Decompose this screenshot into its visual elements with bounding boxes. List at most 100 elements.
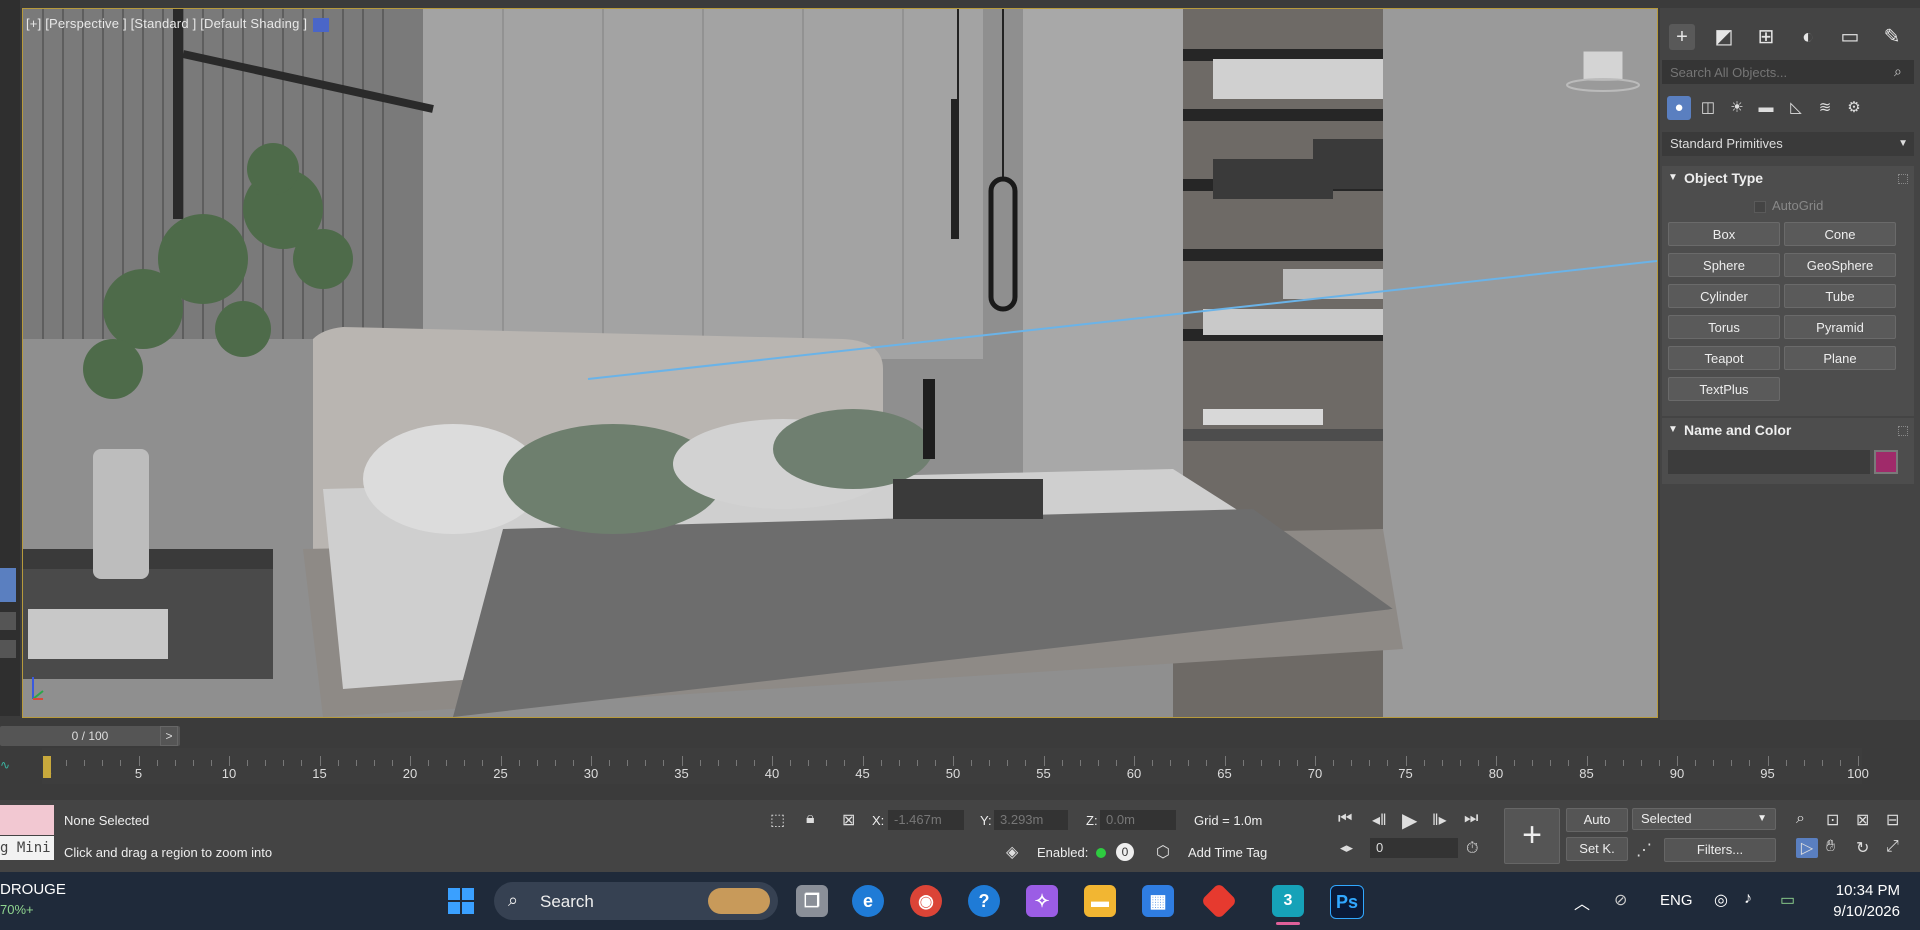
perspective-viewport[interactable] [22,8,1658,718]
auto-key-button[interactable]: Auto [1566,808,1628,832]
edge-browser-icon[interactable]: e [852,885,884,917]
maxscript-listener[interactable] [0,805,54,835]
lights-category-icon[interactable]: ☀ [1725,96,1749,120]
chrome-browser-icon[interactable]: ◉ [910,885,942,917]
timeline-tick [373,760,375,766]
helpers-category-icon[interactable]: ◺ [1784,96,1808,120]
clock-date[interactable]: 9/10/2026 [1818,903,1900,920]
clock-time[interactable]: 10:34 PM [1828,882,1900,899]
object-type-header[interactable]: ▼ Object Type [1662,166,1914,190]
pan-hand-icon[interactable]: ✋︎ [1826,838,1835,856]
cameras-category-icon[interactable]: ▬ [1754,96,1778,120]
name-and-color-header[interactable]: ▼ Name and Color [1662,418,1914,442]
search-all-objects-input[interactable] [1662,60,1914,84]
filters-button[interactable]: Filters... [1664,838,1776,862]
utilities-tab-wrench-icon[interactable]: ✎ [1879,24,1905,50]
pyramid-button[interactable]: Pyramid [1784,315,1896,339]
isolate-selection-icon[interactable]: ⬚ [770,810,785,830]
photoshop-icon[interactable]: Ps [1330,885,1364,919]
object-name-field[interactable] [1668,450,1870,474]
current-frame-marker[interactable] [43,756,51,778]
key-tangent-icon[interactable]: ⋰ [1636,840,1652,860]
key-mode-toggle-icon[interactable]: ◂▸ [1340,840,1353,856]
battery-icon[interactable]: ▭ [1780,890,1795,910]
adaptive-degradation-icon[interactable]: ◈ [1006,842,1018,862]
location-off-icon[interactable]: ⊘ [1614,890,1627,910]
zoom-extents-all-icon[interactable]: ⊟ [1886,810,1899,830]
left-strip-button-2[interactable] [0,612,16,630]
zoom-all-icon[interactable]: ⊡ [1826,810,1839,830]
torus-button[interactable]: Torus [1668,315,1780,339]
sphere-button[interactable]: Sphere [1668,253,1780,277]
next-frame-icon[interactable]: ‖▸ [1432,810,1447,830]
absolute-mode-icon[interactable]: ⊠ [842,810,855,830]
key-filter-dropdown[interactable]: Selected ▼ [1632,808,1776,830]
maxscript-mini-input[interactable]: g Mini [0,836,54,860]
box-button[interactable]: Box [1668,222,1780,246]
systems-category-icon[interactable]: ⚙ [1842,96,1866,120]
copilot-icon[interactable]: ✧ [1026,885,1058,917]
x-coordinate-field[interactable]: -1.467m [888,810,964,830]
geosphere-button[interactable]: GeoSphere [1784,253,1896,277]
curve-editor-icon[interactable]: ∿ [0,758,10,772]
motion-tab-icon[interactable]: ◐ [1795,24,1821,50]
volume-icon[interactable]: ♪ [1744,890,1752,908]
set-key-plus-icon[interactable]: + [1504,808,1560,864]
z-coordinate-field[interactable]: 0.0m [1100,810,1176,830]
weather-widget-name[interactable]: DROUGE [0,881,66,898]
zoom-extents-icon[interactable]: ⊠ [1856,810,1869,830]
search-icon[interactable]: ⌕ [1894,63,1902,80]
geometry-category-icon[interactable]: ● [1667,96,1691,120]
time-slider[interactable]: 0 / 100 [0,726,180,746]
time-configuration-icon[interactable]: ⏱ [1466,840,1478,858]
textplus-button[interactable]: TextPlus [1668,377,1780,401]
display-tab-icon[interactable]: ▭ [1837,24,1863,50]
maximize-viewport-icon[interactable]: ⤢ [1886,838,1899,856]
file-explorer-icon[interactable]: ▬ [1084,885,1116,917]
y-coordinate-field[interactable]: 3.293m [994,810,1068,830]
hierarchy-tab-icon[interactable]: ⊞ [1753,24,1779,50]
help-icon[interactable]: ? [968,885,1000,917]
cylinder-button[interactable]: Cylinder [1668,284,1780,308]
set-key-button[interactable]: Set K. [1566,837,1628,861]
show-hidden-icons-chevron-up-icon[interactable]: ︿ [1574,890,1590,914]
microsoft-store-icon[interactable]: ▦ [1142,885,1174,917]
add-time-tag-button[interactable]: Add Time Tag [1188,845,1267,860]
object-color-swatch[interactable] [1874,450,1898,474]
spacewarps-category-icon[interactable]: ≋ [1813,96,1837,120]
track-bar[interactable]: 0510152025303540455055606570758085909510… [42,748,1869,784]
viewport-label[interactable]: [+] [Perspective ] [Standard ] [Default … [26,16,330,32]
3ds-max-icon[interactable]: 3 [1272,885,1304,917]
play-icon[interactable]: ▶ [1402,808,1417,833]
create-tab-plus-icon[interactable]: + [1669,24,1695,50]
taskbar-search-box[interactable]: ⌕ Search [494,882,778,920]
go-to-end-icon[interactable]: ⏭ [1464,810,1478,828]
windows-start-icon[interactable] [446,886,476,916]
modify-tab-icon[interactable]: ◩ [1711,24,1737,50]
selection-lock-icon[interactable]: 🔒︎ [806,810,815,828]
timeline-tick [102,760,104,766]
checkbox-icon[interactable] [1754,200,1766,213]
object-category-dropdown[interactable]: Standard Primitives ▼ [1662,132,1914,156]
viewport-label-text[interactable]: [+] [Perspective ] [Standard ] [Default … [26,16,307,31]
time-slider-next-button[interactable]: > [160,726,178,746]
current-frame-field[interactable]: 0 [1370,838,1458,858]
left-strip-button-3[interactable] [0,640,16,658]
go-to-start-icon[interactable]: ⏮ [1338,810,1352,828]
time-tag-icon[interactable]: ⬡ [1156,842,1170,862]
previous-frame-icon[interactable]: ◂‖ [1372,810,1387,830]
left-strip-button[interactable] [0,568,16,602]
network-globe-icon[interactable]: ◎ [1714,890,1728,910]
zoom-icon[interactable]: ⌕ [1796,810,1805,828]
shapes-category-icon[interactable]: ◫ [1696,96,1720,120]
teapot-button[interactable]: Teapot [1668,346,1780,370]
tube-button[interactable]: Tube [1784,284,1896,308]
field-of-view-icon[interactable]: ▷ [1796,838,1818,858]
cone-button[interactable]: Cone [1784,222,1896,246]
orbit-icon[interactable]: ↻ [1856,838,1869,858]
language-indicator[interactable]: ENG [1660,892,1693,909]
weather-widget-value[interactable]: 70%+ [0,902,34,917]
autogrid-checkbox[interactable]: AutoGrid [1754,198,1823,213]
plane-button[interactable]: Plane [1784,346,1896,370]
task-view-icon[interactable]: ❐ [796,885,828,917]
